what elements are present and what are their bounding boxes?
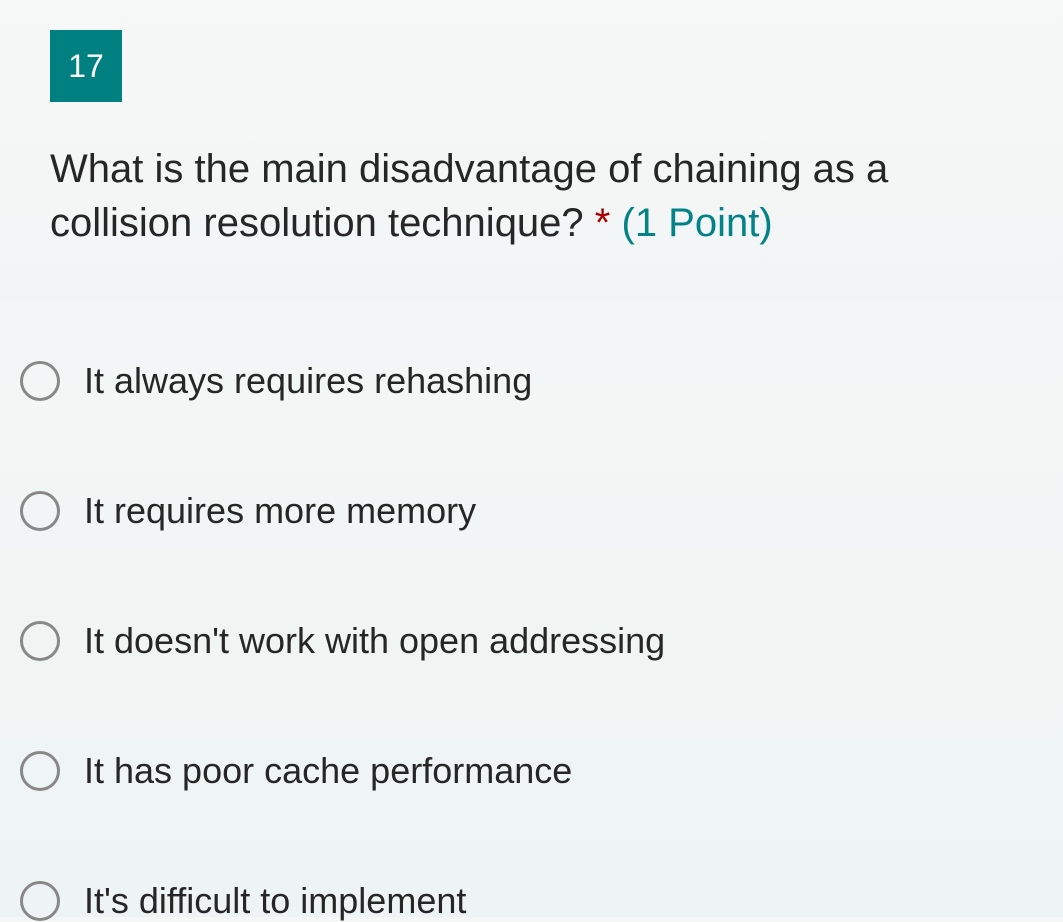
question-number: 17 (68, 48, 104, 85)
radio-icon[interactable] (20, 491, 60, 531)
option-row[interactable]: It has poor cache performance (20, 750, 1043, 792)
radio-icon[interactable] (20, 361, 60, 401)
option-label: It doesn't work with open addressing (84, 620, 665, 662)
radio-icon[interactable] (20, 621, 60, 661)
option-row[interactable]: It always requires rehashing (20, 360, 1043, 402)
radio-icon[interactable] (20, 881, 60, 921)
option-row[interactable]: It doesn't work with open addressing (20, 620, 1043, 662)
points-label: (1 Point) (622, 201, 773, 245)
option-row[interactable]: It's difficult to implement (20, 880, 1043, 922)
question-text-container: What is the main disadvantage of chainin… (50, 142, 1013, 250)
question-number-badge: 17 (50, 30, 122, 102)
required-marker: * (595, 201, 611, 245)
radio-icon[interactable] (20, 751, 60, 791)
option-label: It's difficult to implement (84, 880, 466, 922)
option-row[interactable]: It requires more memory (20, 490, 1043, 532)
option-label: It requires more memory (84, 490, 476, 532)
option-label: It always requires rehashing (84, 360, 532, 402)
options-container: It always requires rehashing It requires… (0, 300, 1063, 922)
question-header: 17 What is the main disadvantage of chai… (0, 0, 1063, 300)
option-label: It has poor cache performance (84, 750, 572, 792)
